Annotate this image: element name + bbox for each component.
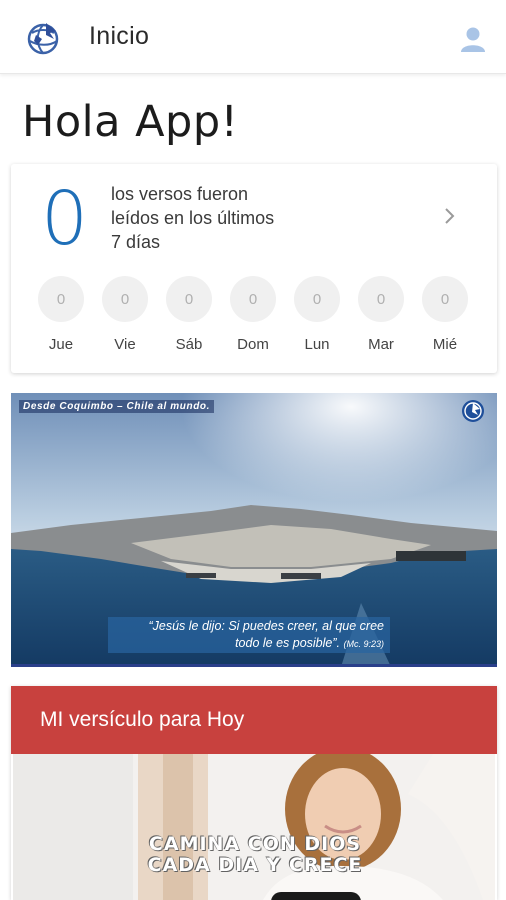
verse-card-title: MI versículo para Hoy xyxy=(40,708,245,731)
quote-line-1: “Jesús le dijo: Si puedes creer, al que … xyxy=(148,619,384,633)
globe-logo-icon xyxy=(462,400,484,422)
day-count: 0 xyxy=(230,276,276,322)
day-label: Mié xyxy=(432,336,458,353)
coquimbo-banner[interactable]: Desde Coquimbo – Chile al mundo. “Jesús … xyxy=(11,393,497,667)
globe-logo-icon[interactable] xyxy=(24,19,62,57)
day-item: 0 Dom xyxy=(229,276,277,360)
verse-card-header: MI versículo para Hoy xyxy=(11,686,497,754)
chevron-right-icon[interactable] xyxy=(443,206,457,226)
user-account-icon[interactable] xyxy=(458,24,488,54)
banner-caption: Desde Coquimbo – Chile al mundo. xyxy=(19,400,214,413)
day-count: 0 xyxy=(358,276,404,322)
quote-reference: (Mc. 9:23) xyxy=(343,639,384,649)
day-label: Lun xyxy=(304,336,330,353)
day-count: 0 xyxy=(422,276,468,322)
quote-line-2: todo le es posible”. (Mc. 9:23) xyxy=(235,636,384,650)
day-count: 0 xyxy=(294,276,340,322)
verse-photo xyxy=(13,754,495,900)
day-count: 0 xyxy=(166,276,212,322)
page-title: Inicio xyxy=(89,22,150,50)
day-label: Mar xyxy=(368,336,394,353)
day-item: 0 Vie xyxy=(101,276,149,360)
app-bar: Inicio xyxy=(0,0,506,74)
day-label: Vie xyxy=(114,336,136,353)
weekly-stats-card[interactable]: 0 los versos fueron leídos en los último… xyxy=(11,164,497,373)
verse-image[interactable]: CAMINA CON DIOS CADA DIA Y CRECE xyxy=(13,754,495,900)
verses-read-description: los versos fueron leídos en los últimos … xyxy=(111,184,275,252)
day-item: 0 Sáb xyxy=(165,276,213,360)
verse-image-text: CAMINA CON DIOS CADA DIA Y CRECE xyxy=(147,833,363,876)
banner-quote: “Jesús le dijo: Si puedes creer, al que … xyxy=(108,617,390,653)
day-item: 0 Mar xyxy=(357,276,405,360)
days-row: 0 Jue 0 Vie 0 Sáb 0 Dom 0 Lun 0 Mar 0 Mi… xyxy=(37,276,483,360)
greeting-heading: Hola App! xyxy=(22,97,239,147)
day-count: 0 xyxy=(102,276,148,322)
day-label: Jue xyxy=(48,336,74,353)
daily-verse-card[interactable]: MI versículo para Hoy CAMINA CON DIOS CA… xyxy=(11,686,497,900)
play-button[interactable] xyxy=(271,892,361,900)
day-item: 0 Jue xyxy=(37,276,85,360)
day-count: 0 xyxy=(38,276,84,322)
verses-read-count: 0 xyxy=(41,176,89,262)
day-label: Dom xyxy=(237,336,269,353)
day-item: 0 Mié xyxy=(421,276,469,360)
day-item: 0 Lun xyxy=(293,276,341,360)
day-label: Sáb xyxy=(175,336,203,353)
